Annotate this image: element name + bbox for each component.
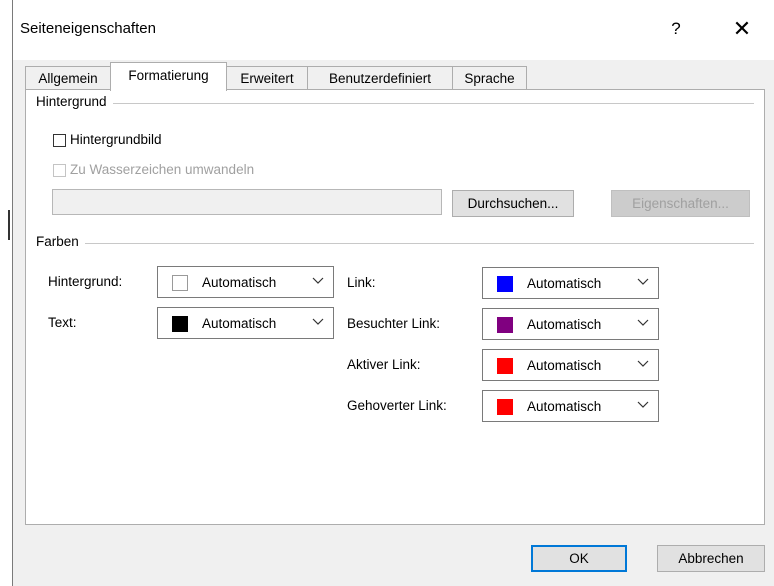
watermark-label: Zu Wasserzeichen umwandeln — [70, 162, 255, 177]
background-window-edge — [8, 210, 10, 240]
browse-button[interactable]: Durchsuchen... — [452, 190, 574, 217]
help-icon[interactable]: ? — [661, 14, 691, 44]
background-image-checkbox[interactable] — [53, 134, 66, 147]
group-divider — [36, 243, 754, 244]
hover-link-color-select[interactable]: Automatisch — [482, 390, 659, 422]
tab-formatierung[interactable]: Formatierung — [110, 62, 227, 91]
background-image-label[interactable]: Hintergrundbild — [70, 132, 162, 147]
tab-erweitert[interactable]: Erweitert — [226, 66, 308, 90]
visited-link-color-label: Besuchter Link: — [347, 316, 441, 331]
properties-button: Eigenschaften... — [611, 190, 750, 217]
chevron-down-icon — [637, 319, 649, 326]
active-link-color-label: Aktiver Link: — [347, 357, 421, 372]
tab-allgemein[interactable]: Allgemein — [25, 66, 111, 90]
tab-panel-formatierung: Hintergrund Hintergrundbild Zu Wasserzei… — [25, 89, 765, 525]
text-color-select[interactable]: Automatisch — [157, 307, 334, 339]
background-color-label: Hintergrund: — [48, 274, 123, 289]
color-swatch — [497, 276, 513, 292]
color-swatch — [172, 316, 188, 332]
select-value: Automatisch — [202, 316, 277, 331]
link-color-label: Link: — [347, 275, 376, 290]
background-image-path-input[interactable] — [52, 189, 442, 215]
page-properties-dialog: Seiteneigenschaften ? ✕ Allgemein Format… — [12, 0, 774, 586]
select-value: Automatisch — [527, 317, 602, 332]
tab-sprache[interactable]: Sprache — [452, 66, 527, 90]
select-value: Automatisch — [527, 358, 602, 373]
active-link-color-select[interactable]: Automatisch — [482, 349, 659, 381]
group-divider — [36, 103, 754, 104]
chevron-down-icon — [637, 278, 649, 285]
window-title: Seiteneigenschaften — [20, 20, 156, 37]
text-color-label: Text: — [48, 315, 77, 330]
color-swatch — [497, 399, 513, 415]
chevron-down-icon — [312, 277, 324, 284]
color-swatch — [172, 275, 188, 291]
chevron-down-icon — [637, 360, 649, 367]
select-value: Automatisch — [527, 399, 602, 414]
tab-benutzerdefiniert[interactable]: Benutzerdefiniert — [307, 66, 453, 90]
group-label-farben: Farben — [36, 234, 85, 249]
chevron-down-icon — [637, 401, 649, 408]
select-value: Automatisch — [527, 276, 602, 291]
hover-link-color-label: Gehoverter Link: — [347, 398, 447, 413]
group-label-hintergrund: Hintergrund — [36, 94, 113, 109]
link-color-select[interactable]: Automatisch — [482, 267, 659, 299]
color-swatch — [497, 317, 513, 333]
select-value: Automatisch — [202, 275, 277, 290]
color-swatch — [497, 358, 513, 374]
cancel-button[interactable]: Abbrechen — [657, 545, 765, 572]
close-icon[interactable]: ✕ — [727, 14, 757, 44]
ok-button[interactable]: OK — [531, 545, 627, 572]
watermark-checkbox — [53, 164, 66, 177]
title-bar: Seiteneigenschaften ? ✕ — [13, 0, 774, 60]
visited-link-color-select[interactable]: Automatisch — [482, 308, 659, 340]
chevron-down-icon — [312, 318, 324, 325]
background-color-select[interactable]: Automatisch — [157, 266, 334, 298]
